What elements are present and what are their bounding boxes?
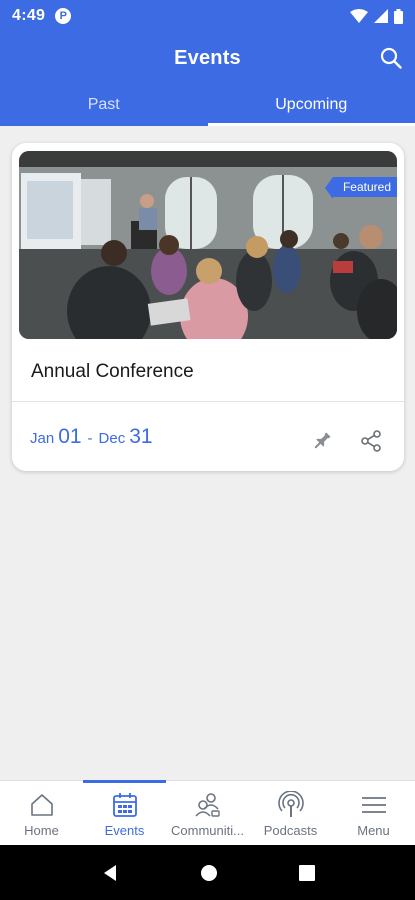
share-icon [361, 430, 381, 452]
status-icons [350, 8, 403, 24]
notification-app-icon: P [55, 8, 72, 24]
bottom-nav: Home Events Communiti... Podcasts Menu [0, 780, 415, 845]
end-month: Dec [98, 430, 126, 447]
featured-badge: Featured [324, 177, 397, 199]
app-bar: Events [0, 32, 415, 84]
nav-label-events: Events [104, 823, 145, 838]
battery-icon [394, 8, 403, 24]
card-divider [12, 401, 404, 402]
nav-label-menu: Menu [357, 823, 390, 838]
end-day: 31 [129, 425, 153, 448]
status-bar: 4:49 P [0, 0, 415, 32]
page-title: Events [174, 46, 241, 69]
tab-past[interactable]: Past [0, 84, 208, 126]
signal-icon [374, 9, 388, 23]
nav-item-menu[interactable]: Menu [332, 781, 415, 845]
home-circle-icon[interactable] [199, 863, 219, 883]
nav-label-communities: Communiti... [171, 823, 244, 838]
share-button[interactable] [357, 427, 385, 455]
nav-item-events[interactable]: Events [83, 780, 166, 845]
system-nav-bar [0, 845, 415, 900]
community-icon [194, 793, 220, 817]
tab-past-label: Past [87, 96, 120, 113]
start-day: 01 [58, 425, 82, 448]
event-title: Annual Conference [31, 361, 194, 382]
nav-label-podcasts: Podcasts [263, 823, 318, 838]
menu-icon [361, 797, 386, 813]
nav-item-communities[interactable]: Communiti... [166, 781, 249, 845]
podcast-icon [277, 791, 304, 817]
event-date-range: Jan 01 - Dec 31 [30, 425, 153, 449]
tab-upcoming-label: Upcoming [275, 96, 348, 113]
nav-item-home[interactable]: Home [0, 781, 83, 845]
pin-button[interactable] [308, 427, 336, 455]
search-button[interactable] [377, 44, 405, 72]
pin-icon [314, 432, 331, 449]
date-separator: - [87, 430, 93, 447]
wifi-icon [350, 9, 368, 23]
calendar-icon [112, 793, 137, 817]
nav-label-home: Home [24, 823, 59, 838]
nav-item-podcasts[interactable]: Podcasts [249, 781, 332, 845]
search-icon [380, 47, 402, 69]
tab-upcoming[interactable]: Upcoming [207, 84, 415, 126]
home-icon [30, 794, 53, 816]
event-card[interactable]: Featured Annual Conference Jan 01 - Dec … [12, 143, 404, 471]
start-month: Jan [30, 430, 55, 447]
event-image[interactable]: Featured [19, 151, 397, 339]
event-tabs: Past Upcoming [0, 84, 415, 126]
status-time: 4:49 [12, 7, 46, 24]
recents-icon[interactable] [298, 864, 316, 882]
back-icon[interactable] [100, 863, 120, 883]
